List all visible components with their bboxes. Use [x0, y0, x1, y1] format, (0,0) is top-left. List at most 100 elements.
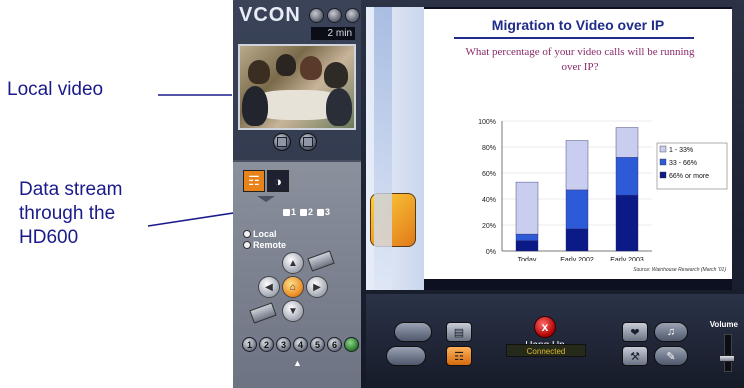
camera-number: 2 — [308, 207, 314, 217]
camera-icon[interactable]: ☶ — [446, 346, 472, 366]
tilt-down-button[interactable]: ▼ — [282, 300, 304, 322]
slide-stripe — [374, 7, 392, 290]
panel-dropdown-indicator — [257, 196, 275, 202]
window-icon — [277, 137, 287, 147]
y-tick-label: 100% — [478, 119, 496, 126]
camera-option[interactable]: 2 — [300, 207, 313, 217]
preset-button[interactable]: 5 — [310, 337, 325, 352]
pip-button[interactable] — [273, 133, 291, 151]
home-button[interactable]: ⌂ — [282, 276, 304, 298]
speaker-button[interactable]: ♫ — [654, 322, 688, 342]
bar-segment — [565, 189, 589, 230]
volume-slider[interactable] — [719, 334, 735, 372]
video-buttons — [273, 133, 317, 151]
camera-option[interactable]: 3 — [317, 207, 330, 217]
preset-button[interactable]: 3 — [276, 337, 291, 352]
tools-icon[interactable]: ⚒ — [622, 346, 648, 366]
document-icon[interactable]: ▤ — [446, 322, 472, 342]
video-person — [248, 60, 270, 84]
close-icon[interactable] — [345, 8, 360, 23]
radio-icon — [243, 241, 251, 249]
bar-segment — [515, 233, 539, 241]
preset-button[interactable]: 4 — [293, 337, 308, 352]
video-person — [326, 88, 352, 126]
camera-radio-icon — [300, 208, 308, 216]
radio-label: Local — [253, 229, 277, 239]
bar-segment — [515, 181, 539, 235]
x-tick-label: Early 2003 — [610, 257, 644, 261]
y-tick-label: 60% — [482, 171, 496, 178]
tilt-up-button[interactable]: ▲ — [282, 252, 304, 274]
y-tick-label: 20% — [482, 223, 496, 230]
radio-local[interactable]: Local — [243, 229, 277, 239]
volume-label: Volume — [709, 320, 738, 329]
y-tick-label: 80% — [482, 145, 496, 152]
directory-button[interactable] — [386, 346, 426, 366]
share-icon[interactable]: ❤ — [622, 322, 648, 342]
legend-swatch — [659, 158, 667, 166]
mic-button[interactable]: ✎ — [654, 346, 688, 366]
video-person — [276, 54, 296, 76]
connection-status: Connected — [506, 344, 586, 357]
local-video-preview — [238, 44, 356, 130]
preset-save-button[interactable] — [344, 337, 359, 352]
presentation-slide: Migration to Video over IP What percenta… — [424, 9, 732, 279]
title-underline — [454, 37, 694, 39]
bar-segment — [615, 194, 639, 252]
zoom-in-button[interactable] — [307, 250, 335, 272]
legend-swatch — [659, 171, 667, 179]
panel-collapse-icon[interactable]: ▲ — [293, 358, 307, 368]
left-panel: VCON 2 min ☶ ◑ 1 2 3 Local Remote ▲ ◀ ⌂ … — [233, 0, 361, 388]
close-icon: x — [534, 316, 556, 338]
volume-knob[interactable] — [719, 354, 735, 362]
frame-icon — [303, 137, 313, 147]
camera-option[interactable]: 1 — [283, 207, 296, 217]
hangup-button[interactable]: x Hang Up — [509, 316, 581, 370]
preset-button[interactable]: 6 — [327, 337, 342, 352]
legend-swatch — [659, 145, 667, 153]
slide-title: Migration to Video over IP — [491, 17, 665, 33]
dial-button[interactable] — [394, 322, 432, 342]
data-stream-view: Migration to Video over IP What percenta… — [366, 7, 732, 290]
snapshot-button[interactable] — [299, 133, 317, 151]
camera-mode-button[interactable]: ☶ — [243, 170, 265, 192]
y-tick-label: 0% — [486, 249, 496, 256]
preset-button[interactable]: 1 — [242, 337, 257, 352]
y-tick-label: 40% — [482, 197, 496, 204]
radio-icon — [243, 230, 251, 238]
camera-number: 1 — [291, 207, 297, 217]
slide-question: What percentage of your video calls will… — [465, 46, 695, 73]
legend-label: 66% or more — [669, 173, 709, 180]
minimize-icon[interactable] — [327, 8, 342, 23]
call-control-bar: ▤ ☶ x Hang Up Connected ❤ ⚒ ♫ ✎ Volume — [366, 294, 744, 388]
bar-segment — [565, 228, 589, 252]
stacked-bar-chart: 0% 20% 40% 60% 80% 100% Today Early 2002 Early 2… — [478, 119, 728, 261]
bar-segment — [515, 240, 539, 252]
camera-number: 3 — [325, 207, 331, 217]
pan-left-button[interactable]: ◀ — [258, 276, 280, 298]
preset-button[interactable]: 2 — [259, 337, 274, 352]
camera-presets: 1 2 3 4 5 6 — [242, 337, 359, 352]
video-person — [242, 86, 268, 126]
bar-segment — [565, 140, 589, 191]
slide-side-graphic — [366, 7, 424, 290]
camera-dpad: ▲ ◀ ⌂ ▶ ▼ — [249, 250, 335, 326]
contrast-button[interactable]: ◑ — [267, 170, 289, 192]
radio-remote[interactable]: Remote — [243, 240, 286, 250]
window-buttons — [309, 8, 360, 23]
legend-label: 1 - 33% — [669, 147, 693, 154]
bar-segment — [615, 127, 639, 158]
legend-label: 33 - 66% — [669, 160, 697, 167]
radio-label: Remote — [253, 240, 287, 250]
video-person — [324, 62, 348, 88]
call-timer: 2 min — [311, 27, 355, 40]
x-tick-label: Today — [518, 257, 537, 261]
camera-radio-icon — [317, 208, 325, 216]
vcon-app-window: VCON 2 min ☶ ◑ 1 2 3 Local Remote ▲ ◀ ⌂ … — [233, 0, 744, 388]
camera-radio-icon — [283, 208, 290, 216]
pan-right-button[interactable]: ▶ — [306, 276, 328, 298]
help-icon[interactable] — [309, 8, 324, 23]
bar-segment — [615, 157, 639, 196]
brand-logo: VCON — [239, 4, 301, 26]
camera-select-row: 1 2 3 — [283, 207, 330, 217]
